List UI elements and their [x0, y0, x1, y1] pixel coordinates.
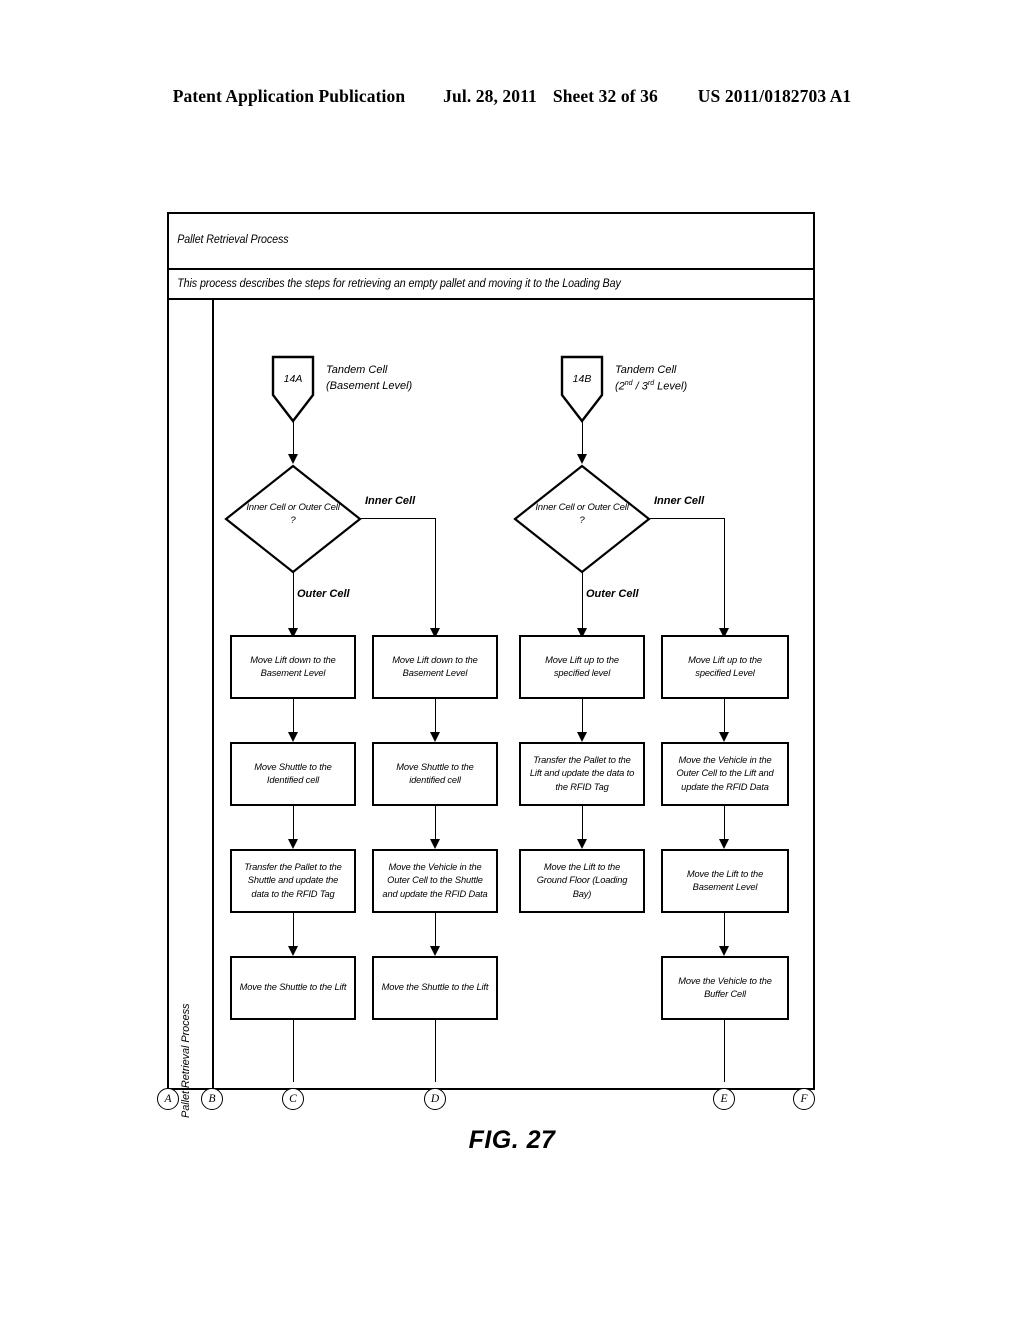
connector-circle-C[interactable]: C: [282, 1088, 304, 1110]
publication-label: Patent Application Publication: [172, 86, 406, 106]
flow-line-c4-s3-s4: [724, 913, 725, 950]
caption-line-2: (2nd / 3rd Level): [615, 379, 688, 393]
caption-line-1: Tandem Cell: [326, 364, 388, 376]
caption-line-2: (Basement Level): [326, 379, 413, 392]
publication-date: Jul. 28, 2011: [443, 86, 537, 106]
decision-2-line-2: ?: [579, 514, 585, 526]
arrowhead-c3-s2-s3: [577, 839, 587, 849]
decision-2-line-1: Inner Cell or Outer Cell: [535, 502, 629, 513]
process-box-c4-s3: Move the Lift to the Basement Level: [661, 849, 789, 913]
process-box-c4-s1: Move Lift up to the specified Level: [661, 635, 789, 699]
process-subtitle: This process describes the steps for ret…: [177, 278, 621, 290]
flow-line-c4-s2-s3: [724, 806, 725, 843]
flow-line-decision1-inner-h: [361, 518, 436, 519]
branch-label-outer-cell-2: Outer Cell: [586, 588, 639, 600]
process-box-c2-s3: Move the Vehicle in the Outer Cell to th…: [372, 849, 498, 913]
start-terminator-14A-label: 14A: [283, 373, 303, 385]
start-terminator-14A: 14A: [271, 355, 315, 423]
arrowhead-c2-s1-s2: [430, 732, 440, 742]
process-title: Pallet Retrieval Process: [177, 234, 289, 246]
flow-line-decision2-inner-v: [724, 518, 725, 632]
process-box-c1-s2: Move Shuttle to the Identified cell: [230, 742, 356, 806]
caption-line-1: Tandem Cell: [615, 364, 677, 376]
process-box-c1-s4: Move the Shuttle to the Lift: [230, 956, 356, 1020]
flow-line-start1-to-decision1: [293, 421, 294, 458]
flowchart-figure: Pallet Retrieval Process This process de…: [167, 212, 815, 1118]
figure-caption: FIG. 27: [468, 1126, 556, 1154]
process-subtitle-row: This process describes the steps for ret…: [167, 270, 815, 300]
flow-line-c2-s2-s3: [435, 806, 436, 843]
start-terminator-14B-caption: Tandem Cell (2nd / 3rd Level): [615, 363, 687, 396]
connector-circle-A[interactable]: A: [157, 1088, 179, 1110]
process-box-c4-s2: Move the Vehicle in the Outer Cell to th…: [661, 742, 789, 806]
decision-2-text: Inner Cell or Outer Cell ?: [519, 502, 645, 528]
arrowhead-c1-s2-s3: [288, 839, 298, 849]
sheet-number: Sheet 32 of 36: [552, 86, 658, 106]
flow-line-decision1-outer: [293, 572, 294, 632]
process-box-c3-s1: Move Lift up to the specified level: [519, 635, 645, 699]
process-box-c2-s1: Move Lift down to the Basement Level: [372, 635, 498, 699]
arrowhead-start2-to-decision2: [577, 454, 587, 464]
flow-line-c3-s2-s3: [582, 806, 583, 843]
flow-line-c1-to-connector-C: [293, 1020, 294, 1082]
branch-label-inner-cell-2: Inner Cell: [654, 495, 705, 507]
arrowhead-c4-s1-s2: [719, 732, 729, 742]
connector-circle-F[interactable]: F: [793, 1088, 815, 1110]
process-box-c2-s2: Move Shuttle to the identified cell: [372, 742, 498, 806]
patent-number: US 2011/0182703 A1: [697, 86, 852, 106]
flow-line-c1-s2-s3: [293, 806, 294, 843]
flow-line-decision1-inner-v: [435, 518, 436, 632]
arrowhead-c4-s2-s3: [719, 839, 729, 849]
branch-label-outer-cell-1: Outer Cell: [297, 588, 350, 600]
flow-line-c2-s3-s4: [435, 913, 436, 950]
process-box-c3-s2: Transfer the Pallet to the Lift and upda…: [519, 742, 645, 806]
swimlane-divider: [212, 300, 214, 1090]
decision-inner-or-outer-upper: Inner Cell or Outer Cell ?: [513, 464, 651, 574]
process-box-c2-s4: Move the Shuttle to the Lift: [372, 956, 498, 1020]
arrowhead-c1-s1-s2: [288, 732, 298, 742]
flow-line-decision2-inner-h: [650, 518, 725, 519]
process-box-c3-s3: Move the Lift to the Ground Floor (Loadi…: [519, 849, 645, 913]
process-box-c1-s1: Move Lift down to the Basement Level: [230, 635, 356, 699]
flow-line-decision2-outer: [582, 572, 583, 632]
decision-1-line-2: ?: [290, 514, 296, 526]
flow-line-c3-s1-s2: [582, 699, 583, 736]
decision-1-text: Inner Cell or Outer Cell ?: [230, 502, 356, 528]
arrowhead-start1-to-decision1: [288, 454, 298, 464]
decision-1-line-1: Inner Cell or Outer Cell: [246, 502, 340, 513]
connector-circle-E[interactable]: E: [713, 1088, 735, 1110]
arrowhead-c2-s2-s3: [430, 839, 440, 849]
connector-circle-B[interactable]: B: [201, 1088, 223, 1110]
flow-line-c4-to-connector-E: [724, 1020, 725, 1082]
swimlane-label: Pallet Retrieval Process: [180, 1003, 192, 1118]
start-terminator-14B: 14B: [560, 355, 604, 423]
flow-line-c2-to-connector-D: [435, 1020, 436, 1082]
start-terminator-14B-label: 14B: [572, 373, 592, 385]
branch-label-inner-cell-1: Inner Cell: [365, 495, 416, 507]
decision-inner-or-outer-basement: Inner Cell or Outer Cell ?: [224, 464, 362, 574]
process-box-c1-s3: Transfer the Pallet to the Shuttle and u…: [230, 849, 356, 913]
flow-line-c1-s3-s4: [293, 913, 294, 950]
start-terminator-14A-caption: Tandem Cell (Basement Level): [326, 363, 412, 395]
arrowhead-c3-s1-s2: [577, 732, 587, 742]
connector-circle-D[interactable]: D: [424, 1088, 446, 1110]
arrowhead-c2-s3-s4: [430, 946, 440, 956]
process-title-row: Pallet Retrieval Process: [167, 212, 815, 270]
flow-line-c2-s1-s2: [435, 699, 436, 736]
flow-line-c4-s1-s2: [724, 699, 725, 736]
arrowhead-c4-s3-s4: [719, 946, 729, 956]
flow-line-c1-s1-s2: [293, 699, 294, 736]
process-box-c4-s4: Move the Vehicle to the Buffer Cell: [661, 956, 789, 1020]
flow-line-start2-to-decision2: [582, 421, 583, 458]
arrowhead-c1-s3-s4: [288, 946, 298, 956]
patent-header: Patent Application Publication Jul. 28, …: [0, 86, 1024, 107]
